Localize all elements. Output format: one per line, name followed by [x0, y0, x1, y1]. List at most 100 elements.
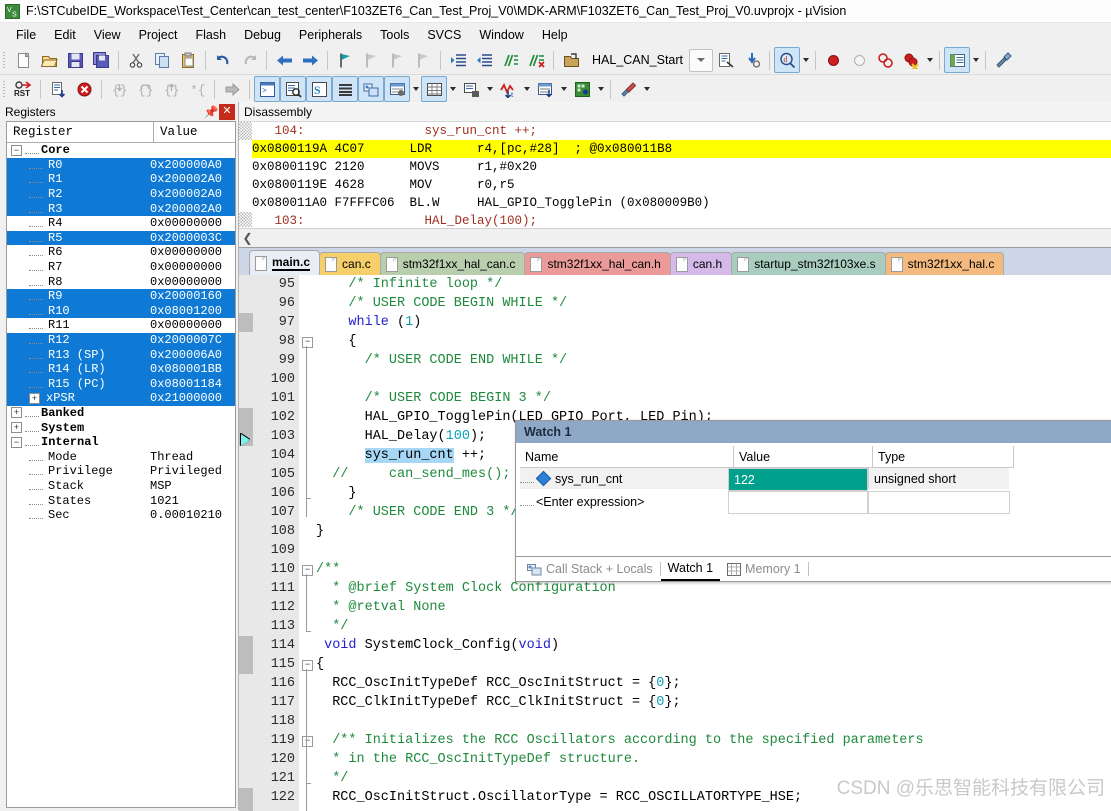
- register-row[interactable]: R11 0x00000000: [7, 318, 235, 333]
- disassembly-body[interactable]: 104: sys_run_cnt ++; 0x0800119A 4C07 LDR …: [239, 122, 1111, 227]
- system-viewer-icon[interactable]: [569, 76, 595, 102]
- symbols-window-icon[interactable]: S: [306, 76, 332, 102]
- collapse-icon[interactable]: −: [11, 144, 22, 156]
- watch-window-dropdown[interactable]: [410, 77, 421, 101]
- editor-code-line[interactable]: * @retval None: [316, 598, 1111, 617]
- disassembly-instruction-line[interactable]: 0x080011A0 F7FFFC06 BL.W HAL_GPIO_Toggle…: [252, 194, 1111, 212]
- editor-code-line[interactable]: /* Infinite loop */: [316, 275, 1111, 294]
- collapse-icon[interactable]: −: [11, 436, 22, 448]
- editor-code-line[interactable]: /* USER CODE BEGIN WHILE */: [316, 294, 1111, 313]
- menu-file[interactable]: File: [7, 25, 45, 45]
- register-row[interactable]: R8 0x00000000: [7, 274, 235, 289]
- disassembly-source-line[interactable]: 104: sys_run_cnt ++;: [252, 122, 1111, 140]
- menu-help[interactable]: Help: [533, 25, 577, 45]
- breakpoints-dropdown[interactable]: [924, 48, 935, 72]
- new-file-icon[interactable]: [10, 47, 36, 73]
- toolbox-icon[interactable]: [615, 76, 641, 102]
- expand-icon[interactable]: +: [11, 407, 22, 419]
- register-row[interactable]: Privilege Privileged: [7, 464, 235, 479]
- fold-collapse-icon[interactable]: −: [302, 337, 313, 348]
- file-tab-stm32f1xx-hal-can-h[interactable]: stm32f1xx_hal_can.h: [524, 252, 671, 275]
- register-row[interactable]: R4 0x00000000: [7, 216, 235, 231]
- file-tab-can-c[interactable]: can.c: [319, 252, 381, 275]
- editor-code-line[interactable]: /* USER CODE END WHILE */: [316, 351, 1111, 370]
- bookmark-toggle-icon[interactable]: [332, 47, 358, 73]
- undo-icon[interactable]: [210, 47, 236, 73]
- redo-icon[interactable]: [236, 47, 262, 73]
- show-next-statement-icon[interactable]: [219, 76, 245, 102]
- analysis-window-dropdown[interactable]: [521, 77, 532, 101]
- paste-icon[interactable]: [175, 47, 201, 73]
- registers-group-core[interactable]: − Core: [7, 143, 235, 158]
- manage-windows-icon[interactable]: [944, 47, 971, 73]
- register-row[interactable]: R13 (SP) 0x200006A0: [7, 347, 235, 362]
- register-row[interactable]: R6 0x00000000: [7, 245, 235, 260]
- registers-group-internal[interactable]: − Internal: [7, 435, 235, 450]
- serial-window-icon[interactable]: [458, 76, 484, 102]
- watch-window-caption[interactable]: Watch 1: [516, 421, 1111, 443]
- watch-enter-expression-cell[interactable]: <Enter expression>: [520, 491, 728, 512]
- toolbox-dropdown[interactable]: [641, 77, 652, 101]
- menu-edit[interactable]: Edit: [45, 25, 85, 45]
- menu-svcs[interactable]: SVCS: [418, 25, 470, 45]
- register-row[interactable]: R1 0x200002A0: [7, 172, 235, 187]
- register-row[interactable]: R3 0x200002A0: [7, 201, 235, 216]
- kill-all-breakpoints-icon[interactable]: [872, 47, 898, 73]
- register-row[interactable]: Mode Thread: [7, 449, 235, 464]
- editor-marker-bar[interactable]: [239, 275, 254, 811]
- disassembly-instruction-line[interactable]: 0x0800119C 2120 MOVS r1,#0x20: [252, 158, 1111, 176]
- analysis-window-icon[interactable]: t: [495, 76, 521, 102]
- tab-memory-1[interactable]: Memory 1: [720, 558, 808, 580]
- tab-call-stack-locals[interactable]: Call Stack + Locals: [520, 558, 660, 580]
- debug-find-icon[interactable]: d: [774, 47, 801, 73]
- navigate-forward-icon[interactable]: [297, 47, 323, 73]
- file-tab-stm32f1xx-hal-c[interactable]: stm32f1xx_hal.c: [884, 252, 1005, 275]
- file-tab-stm32f1xx-hal-can-c[interactable]: stm32f1xx_hal_can.c: [379, 252, 526, 275]
- step-over-icon[interactable]: {}: [132, 76, 158, 102]
- editor-code-line[interactable]: */: [316, 617, 1111, 636]
- indent-icon[interactable]: [445, 47, 471, 73]
- memory-window-dropdown[interactable]: [447, 77, 458, 101]
- registers-tree[interactable]: Register Value − Core R0 0x200000A0 R1 0x2000…: [6, 121, 236, 808]
- insert-breakpoint-icon[interactable]: [820, 47, 846, 73]
- file-tab-main-c[interactable]: main.c: [249, 250, 321, 275]
- chevron-down-icon[interactable]: [689, 48, 714, 72]
- memory-window-icon[interactable]: [421, 76, 447, 102]
- menu-project[interactable]: Project: [130, 25, 187, 45]
- trace-window-dropdown[interactable]: [558, 77, 569, 101]
- expand-icon[interactable]: +: [11, 422, 22, 434]
- editor-code-line[interactable]: {: [316, 332, 1111, 351]
- file-tab-startup-stm32f103xe-s[interactable]: startup_stm32f103xe.s: [731, 252, 886, 275]
- register-row[interactable]: R2 0x200002A0: [7, 186, 235, 202]
- manage-windows-dropdown[interactable]: [970, 48, 981, 72]
- registers-group-system[interactable]: + System: [7, 420, 235, 435]
- editor-code-line[interactable]: void SystemClock_Config(void): [316, 636, 1111, 655]
- watch-empty-value[interactable]: [728, 491, 868, 514]
- bookmark-clear-icon[interactable]: [410, 47, 436, 73]
- tab-watch-1[interactable]: Watch 1: [660, 557, 721, 581]
- scroll-left-icon[interactable]: ❮: [239, 230, 256, 247]
- navigate-back-icon[interactable]: [271, 47, 297, 73]
- editor-code-line[interactable]: RCC_OscInitTypeDef RCC_OscInitStruct = {…: [316, 674, 1111, 693]
- toolbar-grip[interactable]: [2, 50, 8, 70]
- menu-window[interactable]: Window: [470, 25, 532, 45]
- editor-code-line[interactable]: /* USER CODE BEGIN 3 */: [316, 389, 1111, 408]
- run-icon[interactable]: [45, 76, 71, 102]
- expand-icon[interactable]: +: [29, 392, 40, 404]
- menu-view[interactable]: View: [85, 25, 130, 45]
- bookmark-prev-icon[interactable]: [358, 47, 384, 73]
- command-window-icon[interactable]: >: [254, 76, 280, 102]
- disassembly-window-icon[interactable]: [280, 76, 306, 102]
- register-row[interactable]: R9 0x20000160: [7, 288, 235, 304]
- register-row[interactable]: States 1021: [7, 493, 235, 508]
- fold-collapse-icon[interactable]: −: [302, 736, 313, 747]
- fold-collapse-icon[interactable]: −: [302, 565, 313, 576]
- disassembly-instruction-line[interactable]: 0x0800119E 4628 MOV r0,r5: [252, 176, 1111, 194]
- disassembly-hscrollbar[interactable]: ❮: [239, 228, 1111, 247]
- step-into-icon[interactable]: {}: [106, 76, 132, 102]
- function-combo[interactable]: HAL_CAN_Start: [588, 48, 714, 72]
- watch-row[interactable]: sys_run_cnt 122 unsigned short: [520, 468, 1108, 491]
- disassembly-instruction-line[interactable]: 0x0800119A 4C07 LDR r4,[pc,#28] ; @0x080…: [252, 140, 1111, 158]
- editor-code-line[interactable]: * in the RCC_OscInitTypeDef structure.: [316, 750, 1111, 769]
- register-row[interactable]: Sec 0.00010210: [7, 508, 235, 523]
